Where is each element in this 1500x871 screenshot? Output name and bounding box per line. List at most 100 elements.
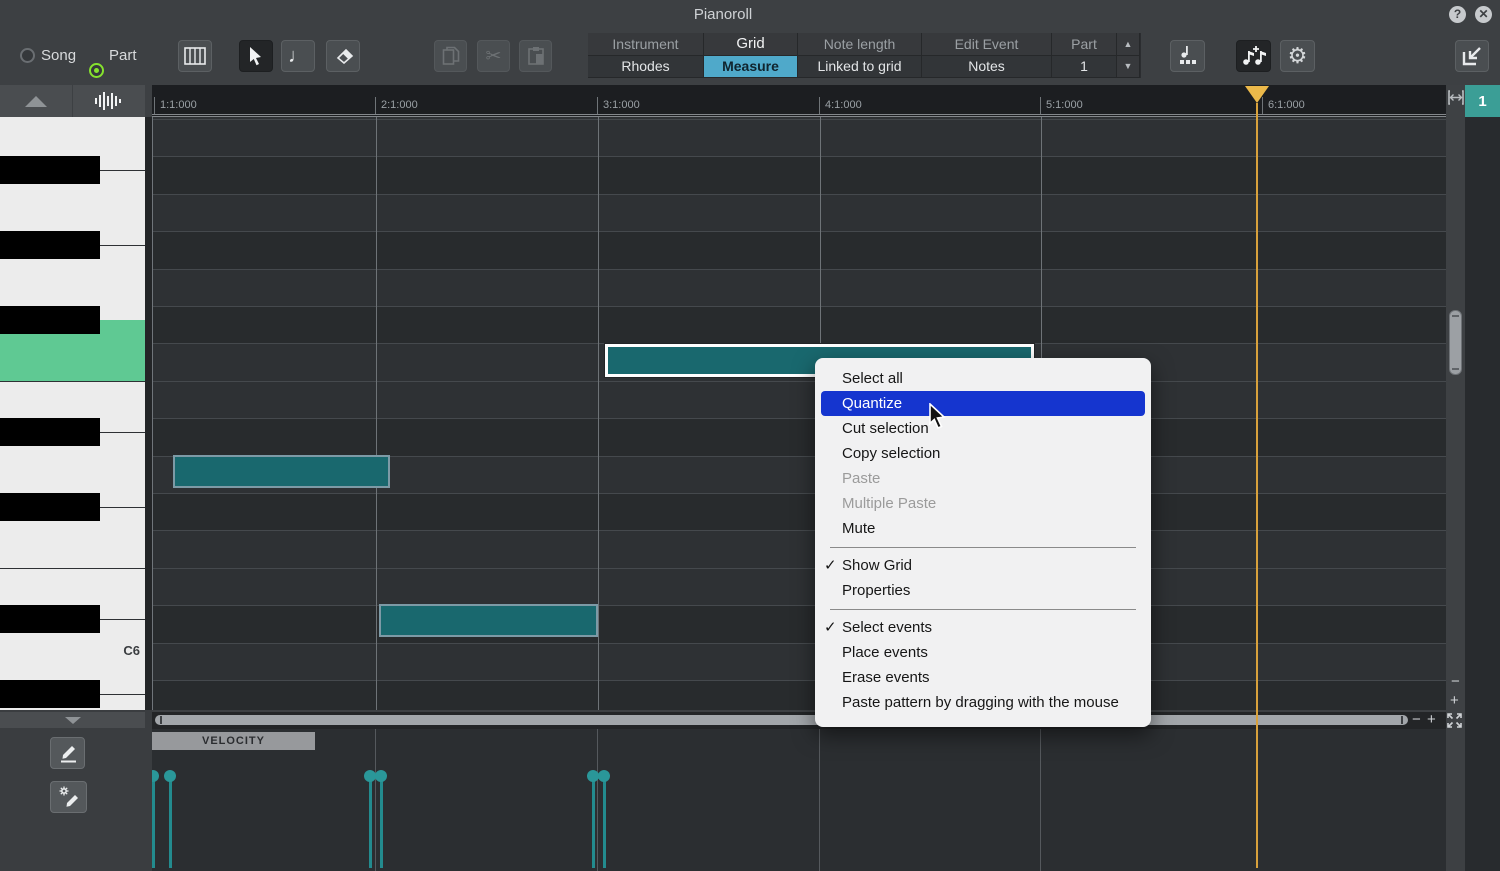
selected-key-narrow: [100, 320, 145, 334]
eraser-tool-button[interactable]: [326, 40, 360, 72]
velocity-handle[interactable]: [164, 770, 176, 782]
dropdown-value-note-length[interactable]: Linked to grid: [798, 56, 922, 79]
part-down-arrow[interactable]: ▼: [1117, 56, 1140, 79]
grid-row-line: [153, 493, 1446, 494]
menu-item-erase-events[interactable]: Erase events: [815, 665, 1151, 690]
velocity-stem[interactable]: [369, 776, 372, 868]
menu-item-mute[interactable]: Mute: [815, 516, 1151, 541]
key-separator: [100, 432, 145, 433]
velocity-handle[interactable]: [598, 770, 610, 782]
black-key[interactable]: [0, 680, 100, 708]
step-record-button[interactable]: [1170, 40, 1205, 72]
close-icon[interactable]: ✕: [1475, 6, 1492, 23]
part-up-arrow[interactable]: ▲: [1117, 33, 1140, 56]
paste-icon: [527, 46, 545, 66]
draw-velocity-button[interactable]: [50, 737, 85, 769]
part-radio[interactable]: [89, 63, 104, 78]
velocity-handle[interactable]: [375, 770, 387, 782]
dropdown-value-instrument[interactable]: Rhodes: [588, 56, 704, 79]
cut-icon: ✂: [486, 47, 502, 66]
black-key[interactable]: [0, 418, 100, 446]
velocity-stem[interactable]: [380, 776, 383, 868]
dropdown-table: InstrumentGridNote lengthEdit EventPart▲…: [588, 33, 1141, 78]
keyboard-display-button[interactable]: [178, 40, 212, 72]
audition-button[interactable]: [73, 85, 145, 117]
velocity-stem[interactable]: [169, 776, 172, 868]
dropdown-header-part[interactable]: Part: [1052, 33, 1117, 56]
dropdown-header-note-length[interactable]: Note length: [798, 33, 922, 56]
note-steps-icon: [1177, 45, 1199, 67]
selected-key-F6[interactable]: [0, 334, 145, 381]
dropdown-header-instrument[interactable]: Instrument: [588, 33, 704, 56]
velocity-stem[interactable]: [603, 776, 606, 868]
menu-item-copy-selection[interactable]: Copy selection: [815, 441, 1151, 466]
velocity-tool-options-button[interactable]: [50, 781, 87, 813]
menu-item-select-all[interactable]: Select all: [815, 366, 1151, 391]
midi-note-as5[interactable]: [379, 604, 598, 637]
dropdown-value-part[interactable]: 1: [1052, 56, 1117, 79]
black-key[interactable]: [0, 231, 100, 259]
scroll-down-button[interactable]: [0, 712, 145, 728]
down-arrow-icon: [65, 717, 81, 724]
part-number-badge[interactable]: 1: [1465, 85, 1500, 117]
ruler-tick: [1040, 97, 1041, 115]
vertical-scrollbar-thumb[interactable]: [1449, 310, 1462, 375]
window-title: Pianoroll: [0, 6, 1446, 23]
import-to-track-button[interactable]: [1455, 40, 1489, 72]
dropdown-header-grid[interactable]: Grid: [704, 33, 798, 56]
add-notes-button[interactable]: [1236, 40, 1271, 72]
right-edge-panel: [1465, 117, 1500, 871]
waveform-icon: [94, 91, 124, 111]
menu-item-multiple-paste[interactable]: Multiple Paste: [815, 491, 1151, 516]
black-key[interactable]: [0, 156, 100, 184]
copy-button[interactable]: [434, 40, 467, 72]
draw-note-tool-button[interactable]: ♩: [281, 40, 315, 72]
velocity-stem[interactable]: [152, 776, 155, 868]
vertical-zoom-out-button[interactable]: −: [1451, 674, 1460, 689]
black-key[interactable]: [0, 306, 100, 334]
horizontal-zoom-in-button[interactable]: +: [1427, 712, 1436, 727]
menu-item-place-events[interactable]: Place events: [815, 640, 1151, 665]
pencil-icon: [57, 742, 79, 764]
song-radio-label: Song: [41, 47, 76, 64]
velocity-handle[interactable]: [152, 770, 159, 782]
pencil-gear-icon: [57, 785, 81, 809]
expand-view-button[interactable]: [1447, 713, 1462, 728]
menu-item-paste-pattern-by-dragging-with-the-mouse[interactable]: Paste pattern by dragging with the mouse: [815, 690, 1151, 715]
scroll-up-button[interactable]: [0, 85, 73, 117]
dropdown-value-grid[interactable]: Measure: [704, 56, 798, 79]
menu-item-select-events[interactable]: ✓Select events: [815, 615, 1151, 640]
playhead-marker[interactable]: [1245, 86, 1269, 103]
help-icon[interactable]: ?: [1449, 6, 1466, 23]
piano-keyboard[interactable]: C6: [0, 117, 145, 710]
fit-width-button[interactable]: [1448, 90, 1464, 105]
pointer-icon: [248, 46, 264, 66]
black-key[interactable]: [0, 493, 100, 521]
note-grid[interactable]: [152, 117, 1446, 710]
cut-button[interactable]: ✂: [477, 40, 510, 72]
key-separator: [0, 381, 145, 382]
midi-note-d6[interactable]: [173, 455, 390, 488]
black-key-row: [153, 680, 1446, 710]
dropdown-value-row: RhodesMeasureLinked to gridNotes1▼: [588, 56, 1141, 79]
dropdown-value-edit-event[interactable]: Notes: [922, 56, 1052, 79]
paste-button[interactable]: [519, 40, 552, 72]
select-tool-button[interactable]: [239, 40, 273, 72]
vertical-zoom-in-button[interactable]: +: [1450, 693, 1459, 708]
menu-item-properties[interactable]: Properties: [815, 578, 1151, 603]
velocity-lane[interactable]: VELOCITY: [152, 729, 1446, 871]
song-radio[interactable]: [20, 48, 35, 63]
black-key[interactable]: [0, 605, 100, 633]
settings-button[interactable]: ⚙: [1280, 40, 1315, 72]
menu-item-cut-selection[interactable]: Cut selection: [815, 416, 1151, 441]
velocity-stem[interactable]: [592, 776, 595, 868]
menu-item-show-grid[interactable]: ✓Show Grid: [815, 553, 1151, 578]
horizontal-zoom-out-button[interactable]: −: [1412, 712, 1421, 727]
grid-row-line: [153, 643, 1446, 644]
horizontal-scrollbar[interactable]: [155, 715, 1408, 725]
menu-item-quantize[interactable]: Quantize: [821, 391, 1145, 416]
dropdown-header-edit-event[interactable]: Edit Event: [922, 33, 1052, 56]
grid-row-line: [153, 269, 1446, 270]
menu-item-paste[interactable]: Paste: [815, 466, 1151, 491]
black-key-row: [153, 418, 1446, 455]
